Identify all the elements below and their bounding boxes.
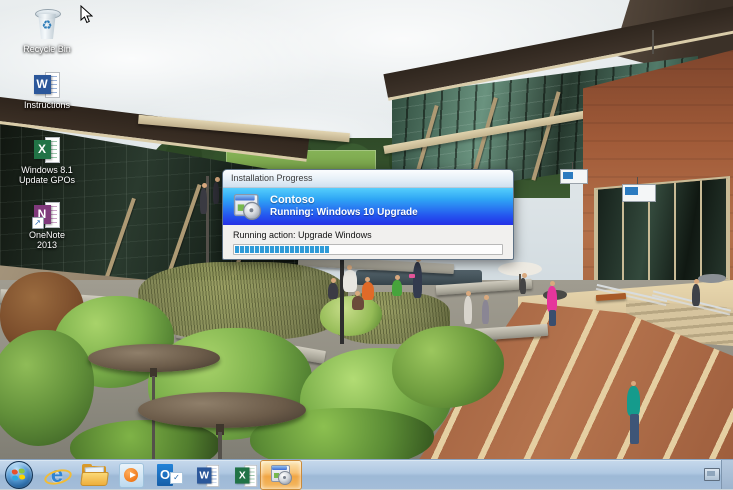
desktop-icon-instructions[interactable]: Instructions: [8, 72, 86, 110]
shortcut-arrow-icon: [31, 217, 44, 229]
person: [200, 183, 207, 214]
icon-label: Instructions: [23, 100, 71, 110]
taskbar-button-installation-progress-active[interactable]: [260, 460, 302, 490]
desktop-icon-onenote-2013[interactable]: OneNote 2013: [8, 202, 86, 250]
dialog-action-text: Running action: Upgrade Windows: [233, 230, 372, 240]
person: [627, 381, 640, 416]
show-desktop-button[interactable]: [721, 460, 733, 489]
excel-icon: [234, 464, 258, 487]
person: [343, 265, 357, 292]
tray-network-icon[interactable]: [704, 468, 720, 481]
onenote-icon: [31, 202, 61, 229]
person: [328, 278, 338, 299]
desktop-icon-recycle-bin[interactable]: Recycle Bin: [8, 5, 86, 54]
person: [520, 273, 527, 294]
person: [213, 177, 220, 204]
recycle-bin-icon: [29, 5, 65, 41]
excel-workbook-icon: [33, 137, 61, 163]
mouse-cursor: [80, 5, 93, 24]
person: [692, 279, 700, 306]
person: [413, 257, 422, 298]
windows-desktop: { "desktop_icons": [ { "name": "recycle-…: [0, 0, 733, 490]
wallpaper-shape: [549, 310, 556, 326]
progress-bar: [233, 244, 503, 255]
wallpaper-shape: [340, 258, 344, 344]
icon-label: Windows 8.1 Update GPOs: [18, 165, 76, 185]
person: [352, 291, 364, 310]
progress-bar-fill: [235, 246, 329, 253]
wallpaper-shape: [560, 169, 588, 184]
person: [482, 295, 489, 324]
dialog-body: Running action: Upgrade Windows: [223, 225, 513, 258]
person: [392, 275, 402, 296]
installer-icon: [233, 193, 262, 220]
installation-progress-dialog: Installation Progress Contoso Running: W…: [222, 169, 514, 260]
taskbar-button-word[interactable]: [193, 462, 223, 488]
wallpaper-shape: [652, 30, 654, 54]
dialog-banner: Contoso Running: Windows 10 Upgrade: [223, 188, 513, 225]
person: [464, 291, 472, 324]
wallpaper-shape: [409, 274, 415, 278]
folder-icon: [80, 464, 109, 486]
word-icon: [196, 464, 220, 487]
taskbar: e: [0, 459, 733, 490]
taskbar-button-file-explorer[interactable]: [79, 462, 109, 488]
icon-label: Recycle Bin: [23, 44, 71, 54]
taskbar-button-outlook[interactable]: [155, 462, 185, 488]
internet-explorer-icon: e: [42, 463, 74, 488]
person: [362, 277, 374, 300]
taskbar-button-windows-media-player[interactable]: [116, 462, 146, 488]
start-button[interactable]: [5, 461, 33, 489]
outlook-icon: [157, 464, 183, 486]
word-document-icon: [33, 72, 61, 98]
wallpaper-shape: [622, 184, 656, 202]
taskbar-button-internet-explorer[interactable]: e: [42, 462, 74, 488]
media-player-icon: [118, 462, 144, 488]
dialog-app-name: Contoso: [270, 194, 315, 206]
taskbar-button-excel[interactable]: [231, 462, 261, 488]
dialog-titlebar[interactable]: Installation Progress: [223, 170, 513, 188]
installer-icon: [270, 465, 292, 485]
dialog-status: Running: Windows 10 Upgrade: [270, 207, 418, 218]
icon-label: OneNote 2013: [28, 230, 66, 250]
lamp-post: [138, 392, 306, 428]
dialog-title: Installation Progress: [231, 173, 313, 183]
desktop-icon-windows-81-update-gpos[interactable]: Windows 8.1 Update GPOs: [8, 137, 86, 185]
person: [547, 281, 557, 312]
wallpaper-shape: [630, 414, 639, 444]
windows-flag-icon: [11, 468, 26, 481]
